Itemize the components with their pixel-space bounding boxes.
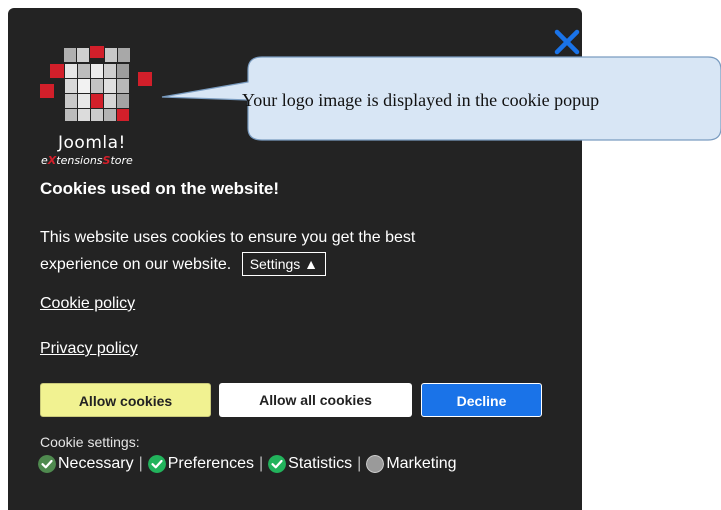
check-icon <box>268 455 287 473</box>
toggle-preferences[interactable]: Preferences <box>147 455 254 473</box>
toggle-label-necessary: Necessary <box>58 455 134 472</box>
toggle-label-preferences: Preferences <box>167 455 254 472</box>
toggle-label-statistics: Statistics <box>288 455 353 472</box>
description-text: This website uses cookies to ensure you … <box>40 229 416 273</box>
decline-button[interactable]: Decline <box>421 383 542 417</box>
check-icon <box>147 455 166 473</box>
popup-title: Cookies used on the website! <box>40 179 279 198</box>
toggle-marketing[interactable]: Marketing <box>366 455 457 473</box>
separator: | <box>357 455 362 472</box>
toggle-label-marketing: Marketing <box>386 455 457 472</box>
unchecked-circle-icon <box>366 455 385 473</box>
cookie-category-toggles: Necessary | Preferences | Statistics | M… <box>38 455 457 473</box>
callout-bubble <box>161 56 721 141</box>
toggle-statistics[interactable]: Statistics <box>268 455 352 473</box>
allow-all-cookies-button[interactable]: Allow all cookies <box>219 383 412 417</box>
privacy-policy-link[interactable]: Privacy policy <box>40 340 138 358</box>
allow-cookies-button[interactable]: Allow cookies <box>40 383 211 417</box>
toggle-necessary: Necessary <box>38 455 134 473</box>
separator: | <box>138 455 143 472</box>
cookie-policy-link[interactable]: Cookie policy <box>40 295 135 313</box>
check-icon <box>38 455 56 473</box>
popup-description: This website uses cookies to ensure you … <box>40 224 490 278</box>
settings-button[interactable]: Settings ▲ <box>241 252 327 276</box>
callout-text: Your logo image is displayed in the cook… <box>242 90 600 110</box>
separator: | <box>259 455 264 472</box>
cookie-settings-label: Cookie settings: <box>40 434 140 450</box>
